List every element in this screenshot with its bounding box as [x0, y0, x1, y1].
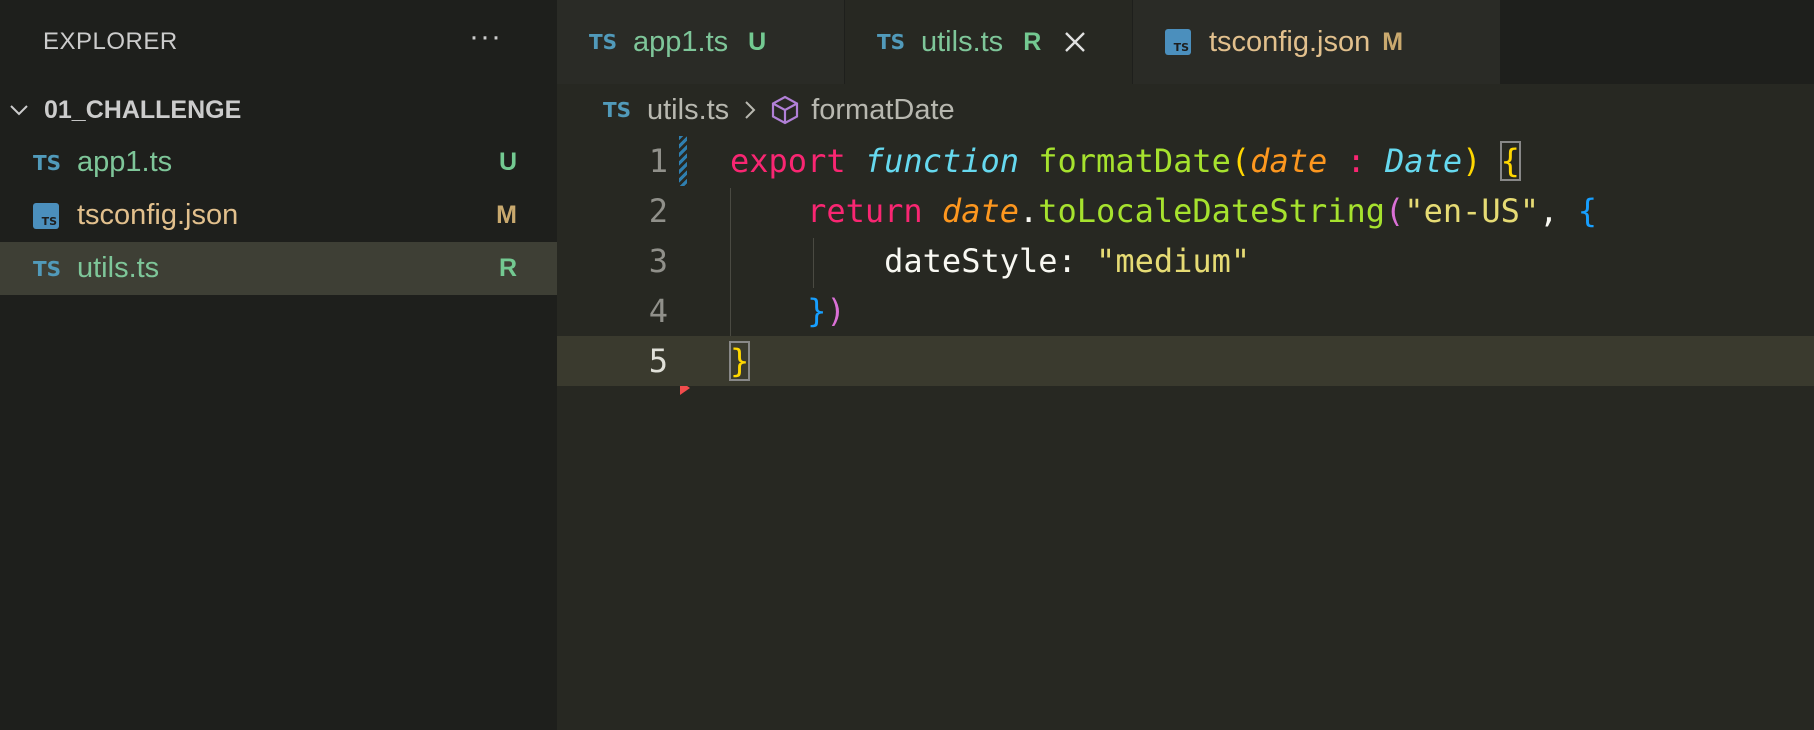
code-lines: 1 export function formatDate(date : Date… — [557, 136, 1814, 386]
code-text: dateStyle: "medium" — [884, 242, 1251, 280]
code-text: } — [728, 336, 751, 386]
tsconfig-file-icon: TS — [33, 202, 77, 229]
file-item-tsconfig[interactable]: TS tsconfig.json M — [0, 189, 557, 242]
explorer-sidebar: EXPLORER ··· 01_CHALLENGE TS app1.ts U T… — [0, 0, 557, 730]
explorer-title: EXPLORER — [43, 28, 178, 55]
matched-brace: { — [1499, 141, 1521, 181]
typescript-file-icon: TS — [603, 98, 632, 122]
file-name: app1.ts — [77, 146, 173, 178]
git-status-badge: R — [1023, 27, 1042, 56]
git-status-badge: R — [498, 254, 517, 282]
code-line: 1 export function formatDate(date : Date… — [557, 136, 1814, 186]
line-number: 4 — [648, 292, 668, 330]
file-name: tsconfig.json — [77, 199, 239, 231]
file-name: utils.ts — [77, 252, 160, 284]
typescript-file-icon: TS — [589, 30, 618, 54]
breadcrumb: TS utils.ts formatDate — [557, 84, 1814, 136]
code-line-current: 5 } — [557, 336, 1814, 386]
typescript-file-icon: TS — [877, 30, 906, 54]
close-icon[interactable] — [1063, 30, 1087, 54]
file-item-app1[interactable]: TS app1.ts U — [0, 136, 557, 189]
tab-app1[interactable]: TS app1.ts U — [557, 0, 845, 84]
git-status-badge: M — [1382, 27, 1404, 56]
tab-label: utils.ts — [921, 25, 1004, 58]
breadcrumb-file[interactable]: utils.ts — [647, 94, 729, 127]
git-status-badge: U — [498, 148, 517, 176]
code-text: return date.toLocaleDateString("en-US", … — [807, 192, 1597, 230]
typescript-file-icon: TS — [33, 256, 62, 281]
editor-tab-bar: TS app1.ts U TS utils.ts R TS tsconfig.j… — [557, 0, 1814, 84]
tab-label: app1.ts — [633, 25, 729, 58]
tab-label: tsconfig.json — [1209, 25, 1371, 58]
matched-brace: } — [728, 341, 751, 381]
tsconfig-file-icon: TS — [1165, 29, 1209, 55]
code-editor[interactable]: TS utils.ts formatDate 1 export function… — [557, 84, 1814, 730]
git-status-badge: U — [748, 27, 767, 56]
typescript-file-icon: TS — [33, 150, 62, 175]
code-text: }) — [807, 292, 846, 330]
more-actions-icon[interactable]: ··· — [469, 22, 502, 52]
git-status-badge: M — [496, 201, 517, 229]
explorer-header: EXPLORER ··· — [0, 0, 557, 84]
line-number: 5 — [648, 342, 668, 380]
line-number: 2 — [648, 192, 668, 230]
file-item-utils[interactable]: TS utils.ts R — [0, 242, 557, 295]
tab-tsconfig[interactable]: TS tsconfig.json M — [1133, 0, 1501, 84]
chevron-down-icon — [10, 105, 28, 116]
code-line: 4 }) — [557, 286, 1814, 336]
folder-name: 01_CHALLENGE — [44, 95, 242, 124]
breadcrumb-symbol[interactable]: formatDate — [811, 94, 954, 127]
code-text: export function formatDate(date : Date) … — [730, 141, 1521, 181]
line-number: 3 — [648, 242, 668, 280]
tab-utils[interactable]: TS utils.ts R — [845, 0, 1133, 84]
method-symbol-icon — [772, 95, 799, 125]
code-line: 2 return date.toLocaleDateString("en-US"… — [557, 186, 1814, 236]
code-line: 3 dateStyle: "medium" — [557, 236, 1814, 286]
line-number: 1 — [648, 142, 668, 180]
folder-section[interactable]: 01_CHALLENGE — [0, 84, 557, 136]
chevron-right-icon — [745, 101, 756, 119]
